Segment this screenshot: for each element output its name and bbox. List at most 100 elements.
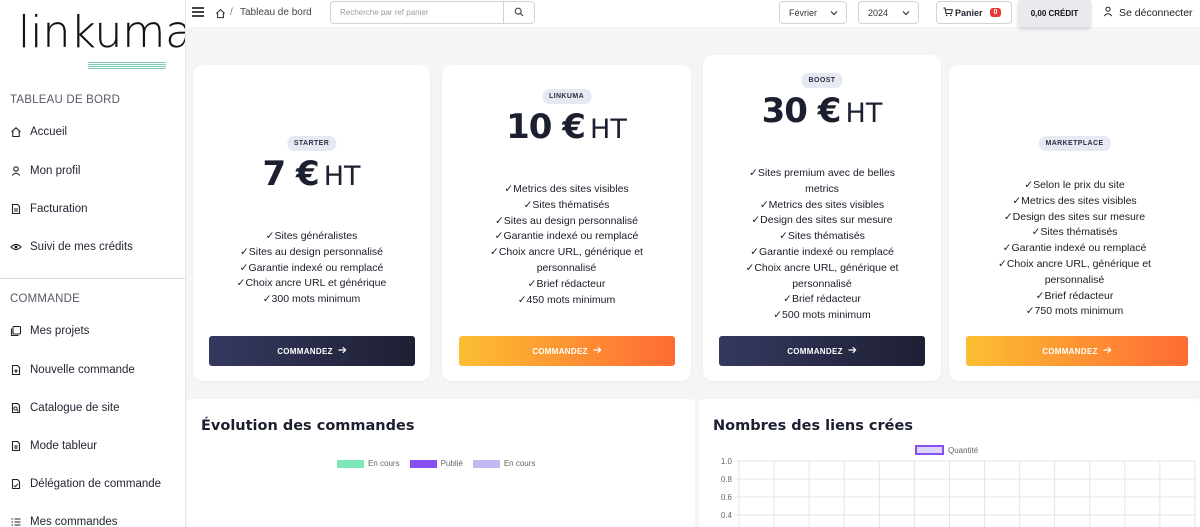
plan-features: Metrics des sites visibles Sites thémati… [442, 182, 691, 308]
order-button-boost[interactable]: COMMANDEZ [719, 336, 925, 366]
spreadsheet-icon [10, 440, 22, 452]
sidebar-item-label: Suivi de mes crédits [30, 241, 133, 253]
plan-price-amount: 7 € [262, 154, 319, 194]
order-button-linkuma[interactable]: COMMANDEZ [459, 336, 675, 366]
plan-feature: Selon le prix du site [949, 178, 1200, 194]
year-select-value: 2024 [868, 7, 889, 18]
plan-features: Sites premium avec de belles metrics Met… [703, 166, 941, 324]
plan-card-boost: BOOST 30 € HT Sites premium avec de bell… [703, 55, 941, 381]
logo-underline [88, 62, 166, 69]
plan-feature: Sites au design personnalisé [193, 245, 430, 261]
order-button-marketplace[interactable]: COMMANDEZ [966, 336, 1188, 366]
search-input[interactable] [331, 2, 503, 23]
plan-price: 10 € HT [442, 107, 691, 147]
links-count-panel: Nombres des liens crées Quantité 1.0 0.8 0… [699, 399, 1200, 527]
home-icon [10, 126, 22, 138]
sidebar-item-accueil[interactable]: Accueil [10, 126, 67, 138]
y-tick-label: 1.0 [721, 457, 733, 466]
y-tick-label: 0.6 [721, 493, 733, 502]
plan-feature: Choix ancre URL et générique [193, 276, 430, 292]
logout-link[interactable]: Se déconnecter [1103, 6, 1193, 20]
month-select[interactable]: Février [779, 1, 847, 24]
plan-card-linkuma: LINKUMA 10 € HT Metrics des sites visibl… [442, 65, 691, 381]
sidebar-item-suivi-credits[interactable]: Suivi de mes crédits [10, 241, 133, 253]
sidebar-item-label: Catalogue de site [30, 402, 120, 414]
sidebar: linkuma TABLEAU DE BORD Accueil Mon prof… [0, 0, 186, 527]
order-button-label: COMMANDEZ [532, 346, 588, 356]
sidebar-item-mes-projets[interactable]: Mes projets [10, 325, 89, 337]
year-select[interactable]: 2024 [858, 1, 919, 24]
order-button-starter[interactable]: COMMANDEZ [209, 336, 415, 366]
plan-feature: Sites thématisés [442, 198, 691, 214]
arrow-right-icon [1103, 346, 1112, 356]
legend-label: Publié [440, 459, 463, 468]
cart-icon [943, 7, 953, 19]
plan-feature: 450 mots minimum [442, 293, 691, 309]
plan-features: Selon le prix du site Metrics des sites … [949, 178, 1200, 320]
sidebar-item-delegation[interactable]: Délégation de commande [10, 478, 161, 490]
plan-feature: Sites au design personnalisé [442, 214, 691, 230]
plan-feature: Garantie indexé ou remplacé [703, 245, 941, 261]
cart-label: Panier [955, 7, 983, 18]
plan-badge: STARTER [286, 136, 337, 151]
projects-icon [10, 325, 22, 337]
sidebar-item-label: Mode tableur [30, 440, 98, 452]
cart-count-badge: 0 [989, 8, 1002, 17]
plan-badge: BOOST [801, 73, 843, 88]
plan-card-starter: STARTER 7 € HT Sites généralistes Sites … [193, 65, 430, 381]
plan-feature: Brief rédacteur [442, 277, 691, 293]
plan-feature: Metrics des sites visibles [949, 194, 1200, 210]
legend-swatch [472, 459, 500, 468]
plan-price: 30 € HT [703, 91, 941, 131]
breadcrumb-home-icon[interactable] [215, 6, 226, 24]
legend-label: En cours [368, 459, 400, 468]
sidebar-item-label: Facturation [30, 203, 88, 215]
plan-feature: Choix ancre URL, générique et personnali… [949, 257, 1200, 289]
credit-balance-button[interactable]: 0,00 CRÉDIT [1018, 0, 1091, 27]
cart-button[interactable]: Panier 0 [936, 1, 1012, 24]
sidebar-item-facturation[interactable]: Facturation [10, 203, 88, 215]
sidebar-item-label: Mon profil [30, 165, 81, 177]
section-title-dashboard: TABLEAU DE BORD [10, 94, 121, 106]
chart-legend: En cours Publié En cours [337, 459, 535, 468]
plan-feature: Brief rédacteur [703, 292, 941, 308]
logo[interactable]: linkuma [18, 7, 185, 70]
sidebar-item-mon-profil[interactable]: Mon profil [10, 165, 81, 177]
search-icon [514, 4, 524, 22]
sidebar-item-label: Mes commandes [30, 516, 118, 527]
order-button-label: COMMANDEZ [1042, 346, 1098, 356]
plan-feature: Design des sites sur mesure [703, 213, 941, 229]
sidebar-item-label: Nouvelle commande [30, 364, 135, 376]
sidebar-item-label: Mes projets [30, 325, 90, 337]
sidebar-item-label: Accueil [30, 126, 68, 138]
plan-feature: Sites thématisés [949, 225, 1200, 241]
plan-feature: Garantie indexé ou remplacé [193, 261, 430, 277]
topbar: / Tableau de bord Février 2024 Panier 0 … [186, 0, 1200, 27]
search-button[interactable] [503, 2, 534, 23]
plan-feature: Garantie indexé ou remplacé [949, 241, 1200, 257]
plan-feature: Garantie indexé ou remplacé [442, 229, 691, 245]
legend-swatch [337, 459, 364, 468]
plan-badge: LINKUMA [541, 89, 592, 104]
new-order-icon [10, 364, 22, 376]
sidebar-item-nouvelle-commande[interactable]: Nouvelle commande [10, 364, 135, 376]
plan-feature: Design des sites sur mesure [949, 210, 1200, 226]
plan-feature: Sites premium avec de belles metrics [703, 166, 941, 198]
y-tick-label: 0.8 [721, 475, 733, 484]
plan-price: 7 € HT [193, 154, 430, 194]
plan-feature: Choix ancre URL, générique et personnali… [703, 261, 941, 293]
list-icon [10, 516, 22, 527]
arrow-right-icon [338, 346, 347, 356]
sidebar-item-mes-commandes[interactable]: Mes commandes [10, 516, 118, 527]
menu-toggle-icon[interactable] [192, 7, 204, 17]
section-title-commande: COMMANDE [10, 293, 80, 305]
sidebar-item-catalogue[interactable]: Catalogue de site [10, 402, 120, 414]
plan-feature: 500 mots minimum [703, 308, 941, 324]
plan-features: Sites généralistes Sites au design perso… [193, 229, 430, 308]
plan-feature: Sites généralistes [193, 229, 430, 245]
arrow-right-icon [593, 346, 602, 356]
plan-badge: MARKETPLACE [1038, 136, 1111, 151]
sidebar-item-mode-tableur[interactable]: Mode tableur [10, 440, 97, 452]
plan-feature: Sites thématisés [703, 229, 941, 245]
month-select-value: Février [789, 7, 818, 18]
